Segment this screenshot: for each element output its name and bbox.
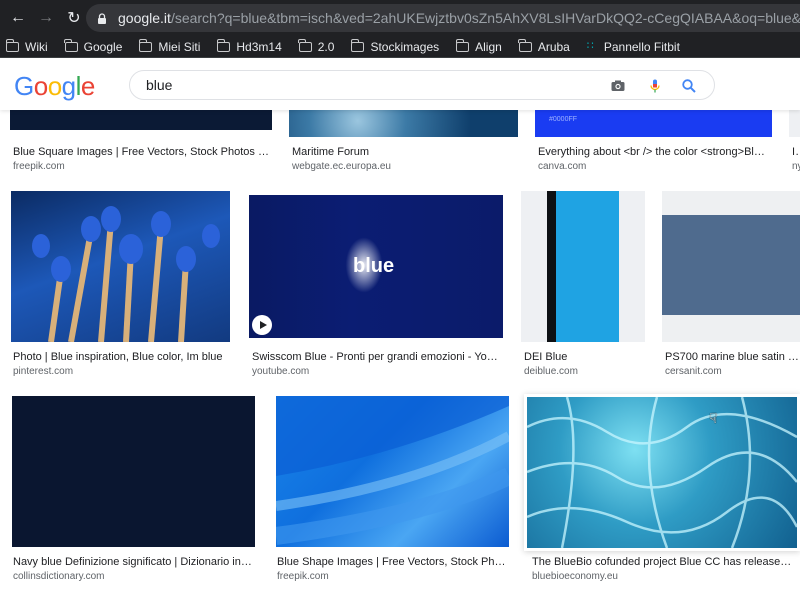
bookmark-pannello-fitbit[interactable]: ∷ Pannello Fitbit: [587, 40, 680, 54]
bookmark-2-0[interactable]: 2.0: [298, 38, 334, 54]
result-thumbnail[interactable]: [10, 110, 272, 130]
result-title[interactable]: DEI Blue: [524, 351, 644, 363]
folder-icon: [518, 38, 532, 52]
result-title[interactable]: Blue Shape Images | Free Vectors, Stock …: [277, 556, 509, 568]
result-thumbnail[interactable]: [11, 191, 230, 342]
result-source: cersanit.com: [665, 366, 722, 377]
result-thumbnail[interactable]: [12, 396, 255, 547]
result-title[interactable]: The BlueBio cofunded project Blue CC has…: [532, 556, 794, 568]
result-thumbnail-hovered[interactable]: ☟: [527, 397, 797, 548]
folder-icon: [350, 38, 365, 52]
result-thumbnail[interactable]: #0000FF: [535, 110, 772, 137]
result-source: bluebioeconomy.eu: [532, 571, 618, 582]
result-source: canva.com: [538, 161, 587, 172]
result-thumbnail[interactable]: blue: [249, 195, 503, 338]
result-source: deiblue.com: [524, 366, 578, 377]
address-bar[interactable]: google.it/search?q=blue&tbm=isch&ved=2ah…: [86, 4, 800, 32]
bookmark-miei-siti[interactable]: Miei Siti: [138, 38, 200, 54]
image-results-grid: Blue Square Images | Free Vectors, Stock…: [0, 110, 800, 599]
result-thumbnail[interactable]: [789, 110, 800, 137]
result-thumbnail[interactable]: [276, 396, 509, 547]
play-icon[interactable]: [252, 315, 272, 335]
hand-cursor-icon: ☟: [709, 410, 718, 426]
result-source: youtube.com: [252, 366, 310, 377]
fitbit-icon: ∷: [586, 40, 594, 52]
result-title[interactable]: Photo | Blue inspiration, Blue color, Im…: [13, 351, 233, 363]
reload-icon[interactable]: ↻: [60, 4, 88, 32]
result-title[interactable]: Everything about <br /> the color <stron…: [538, 146, 766, 158]
google-header: Google: [0, 58, 800, 110]
microphone-icon[interactable]: [647, 78, 663, 94]
bookmark-aruba[interactable]: Aruba: [518, 38, 570, 54]
back-arrow-icon[interactable]: ←: [4, 4, 32, 32]
brand-text: blue: [353, 255, 395, 277]
bookmark-wiki[interactable]: Wiki: [5, 38, 48, 54]
search-input[interactable]: [146, 77, 586, 93]
result-title[interactable]: Navy blue Definizione significato | Dizi…: [13, 556, 255, 568]
result-thumbnail[interactable]: [289, 110, 518, 137]
result-title[interactable]: Blue Square Images | Free Vectors, Stock…: [13, 146, 273, 158]
bookmark-google[interactable]: Google: [64, 38, 122, 54]
result-title[interactable]: It': [792, 146, 800, 158]
bookmarks-bar: Wiki Google Miei Siti Hd3m14 2.0 Stockim…: [0, 36, 800, 58]
forward-arrow-icon[interactable]: →: [32, 4, 60, 32]
result-source: ny: [792, 161, 800, 172]
result-title[interactable]: Maritime Forum: [292, 146, 520, 158]
browser-toolbar: ← → ↻ google.it/search?q=blue&tbm=isch&v…: [0, 0, 800, 36]
result-title[interactable]: PS700 marine blue satin 24x: [665, 351, 800, 363]
result-title[interactable]: Swisscom Blue - Pronti per grandi emozio…: [252, 351, 502, 363]
bookmark-stockimages[interactable]: Stockimages: [350, 38, 439, 54]
google-logo[interactable]: Google: [14, 71, 95, 102]
lock-icon: [96, 12, 108, 24]
result-source: freepik.com: [277, 571, 329, 582]
folder-icon: [216, 38, 231, 52]
result-source: pinterest.com: [13, 366, 74, 377]
bookmark-align[interactable]: Align: [455, 38, 502, 54]
folder-icon: [455, 38, 470, 52]
bookmark-hd3m14[interactable]: Hd3m14: [216, 38, 282, 54]
folder-icon: [64, 38, 78, 52]
url-text: google.it/search?q=blue&tbm=isch&ved=2ah…: [118, 10, 800, 26]
result-source: collinsdictionary.com: [13, 571, 105, 582]
camera-icon[interactable]: [610, 78, 626, 94]
folder-icon: [138, 38, 153, 52]
search-box: [129, 70, 715, 100]
result-thumbnail[interactable]: [521, 191, 645, 342]
result-source: freepik.com: [13, 161, 65, 172]
folder-icon: [5, 38, 19, 52]
folder-icon: [298, 38, 312, 52]
thumbnail-text: #0000FF: [549, 116, 578, 123]
result-source: webgate.ec.europa.eu: [292, 161, 391, 172]
result-thumbnail[interactable]: [662, 191, 800, 342]
search-icon[interactable]: [681, 78, 697, 94]
